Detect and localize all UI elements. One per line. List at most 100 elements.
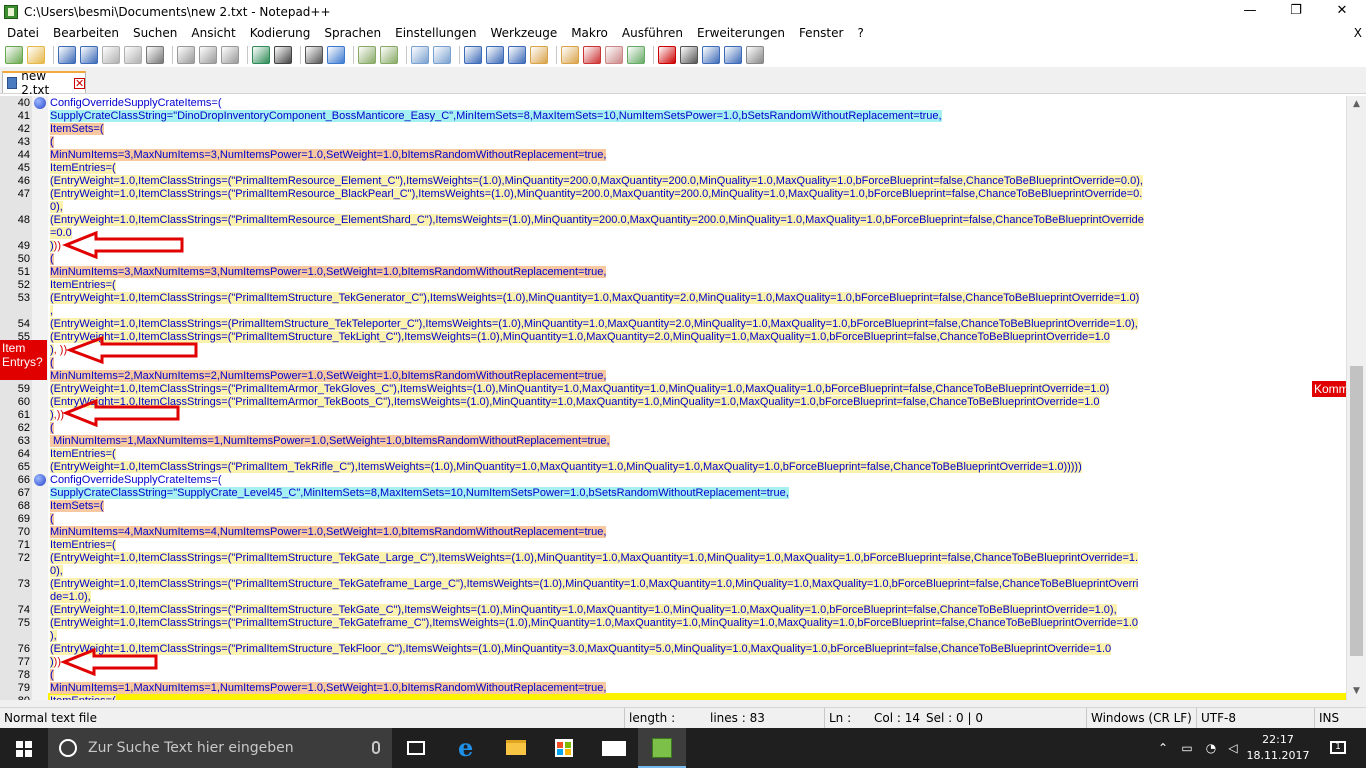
microphone-icon[interactable] (372, 741, 380, 754)
task-view-icon[interactable] (392, 728, 440, 768)
replace-icon[interactable] (327, 46, 345, 64)
zoom-out-icon[interactable] (380, 46, 398, 64)
menu-einstellungen[interactable]: Einstellungen (388, 23, 483, 43)
code-line: MinNumItems=1,MaxNumItems=1,NumItemsPowe… (50, 435, 610, 448)
notepadpp-taskbar-icon[interactable] (638, 728, 686, 768)
menu-makro[interactable]: Makro (564, 23, 615, 43)
code-line: (EntryWeight=1.0,ItemClassStrings=("Prim… (50, 383, 1110, 396)
code-line: ))) (50, 240, 61, 253)
copy-icon[interactable] (199, 46, 217, 64)
save-macro-icon[interactable] (746, 46, 764, 64)
line-number: 44 (17, 149, 30, 161)
udl-icon[interactable] (530, 46, 548, 64)
menu-ansicht[interactable]: Ansicht (184, 23, 242, 43)
redo-icon[interactable] (274, 46, 292, 64)
line-number-gutter: 4041424344454647484950515253545556575859… (0, 96, 32, 700)
horizontal-scrollbar[interactable] (0, 700, 1366, 707)
menu-werkzeuge[interactable]: Werkzeuge (483, 23, 564, 43)
monitor-icon[interactable] (627, 46, 645, 64)
status-column: Col : 14 (874, 711, 920, 725)
folder-workspace-icon[interactable] (605, 46, 623, 64)
code-line: ( (50, 136, 54, 149)
battery-icon[interactable]: ▭ (1178, 728, 1196, 768)
menu-help[interactable]: ? (850, 23, 870, 43)
menu-bearbeiten[interactable]: Bearbeiten (46, 23, 126, 43)
code-line: MinNumItems=3,MaxNumItems=3,NumItemsPowe… (50, 149, 607, 162)
show-all-chars-icon[interactable] (486, 46, 504, 64)
word-wrap-icon[interactable] (464, 46, 482, 64)
code-text: (EntryWeight=1.0,ItemClassStrings=("Prim… (50, 643, 1112, 655)
bookmark-icon[interactable] (34, 474, 46, 486)
undo-icon[interactable] (252, 46, 270, 64)
paste-icon[interactable] (221, 46, 239, 64)
menu-kodierung[interactable]: Kodierung (243, 23, 318, 43)
toolbar-separator (459, 46, 460, 64)
code-text: (EntryWeight=1.0,ItemClassStrings=("Prim… (50, 331, 1110, 343)
store-icon[interactable] (540, 728, 588, 768)
cut-icon[interactable] (177, 46, 195, 64)
code-text: (EntryWeight=1.0,ItemClassStrings=("Prim… (50, 604, 1117, 616)
code-text: ( (50, 253, 54, 265)
window-title: C:\Users\besmi\Documents\new 2.txt - Not… (24, 4, 331, 19)
taskbar-search-box[interactable]: Zur Suche Text hier eingeben (48, 728, 392, 768)
function-list-icon[interactable] (583, 46, 601, 64)
bookmark-margin[interactable] (32, 96, 48, 700)
cortana-icon (59, 739, 77, 757)
stop-record-icon[interactable] (680, 46, 698, 64)
close-icon[interactable] (102, 46, 120, 64)
menu-suchen[interactable]: Suchen (126, 23, 184, 43)
play-macro-icon[interactable] (702, 46, 720, 64)
tray-chevron-icon[interactable]: ⌃ (1154, 728, 1172, 768)
tab-close-icon[interactable]: ✕ (74, 77, 85, 89)
edge-browser-icon[interactable]: e (444, 728, 492, 768)
taskbar-clock[interactable]: 22:17 18.11.2017 (1242, 732, 1314, 764)
close-document-button[interactable]: X (1354, 23, 1362, 43)
run-macro-multiple-icon[interactable] (724, 46, 742, 64)
vertical-scrollbar[interactable]: ▲ ▼ (1346, 96, 1366, 700)
menu-datei[interactable]: Datei (0, 23, 46, 43)
code-line: (EntryWeight=1.0,ItemClassStrings=("Prim… (50, 188, 1143, 201)
minimize-button[interactable]: — (1227, 0, 1273, 23)
action-center-icon[interactable]: 1 (1320, 728, 1356, 768)
sync-h-icon[interactable] (433, 46, 451, 64)
red-arrow-annotation (62, 231, 184, 259)
code-line: ( (50, 422, 54, 435)
line-number: 68 (17, 500, 30, 512)
open-file-icon[interactable] (27, 46, 45, 64)
menu-erweiterungen[interactable]: Erweiterungen (690, 23, 792, 43)
network-icon[interactable]: ◔ (1202, 728, 1220, 768)
new-file-icon[interactable] (5, 46, 23, 64)
start-button[interactable] (0, 728, 48, 768)
menu-ausfuehren[interactable]: Ausführen (615, 23, 690, 43)
sync-v-icon[interactable] (411, 46, 429, 64)
save-icon[interactable] (58, 46, 76, 64)
scrollbar-thumb[interactable] (1350, 366, 1363, 656)
record-macro-icon[interactable] (658, 46, 676, 64)
menu-bar: Datei Bearbeiten Suchen Ansicht Kodierun… (0, 23, 1366, 43)
file-explorer-icon[interactable] (492, 728, 540, 768)
close-all-icon[interactable] (124, 46, 142, 64)
line-number: 62 (17, 422, 30, 434)
close-window-button[interactable]: ✕ (1319, 0, 1365, 23)
indent-guide-icon[interactable] (508, 46, 526, 64)
find-icon[interactable] (305, 46, 323, 64)
tab-new-2[interactable]: new 2.txt ✕ (2, 69, 86, 97)
mail-icon[interactable] (590, 728, 638, 768)
menu-sprachen[interactable]: Sprachen (317, 23, 388, 43)
code-line: ( (50, 513, 54, 526)
text-editor[interactable]: 4041424344454647484950515253545556575859… (0, 96, 1346, 700)
code-text: ( (50, 669, 54, 681)
volume-icon[interactable]: ◁ (1224, 728, 1242, 768)
zoom-in-icon[interactable] (358, 46, 376, 64)
bookmark-icon[interactable] (34, 97, 46, 109)
scroll-up-icon[interactable]: ▲ (1347, 96, 1366, 113)
code-line: ItemEntries=( (50, 279, 116, 292)
maximize-button[interactable]: ❐ (1273, 0, 1319, 23)
scroll-down-icon[interactable]: ▼ (1347, 683, 1366, 700)
print-icon[interactable] (146, 46, 164, 64)
save-all-icon[interactable] (80, 46, 98, 64)
code-line: 0), (50, 565, 63, 578)
menu-fenster[interactable]: Fenster (792, 23, 851, 43)
code-line: (EntryWeight=1.0,ItemClassStrings=(Prima… (50, 318, 1138, 331)
doc-map-icon[interactable] (561, 46, 579, 64)
